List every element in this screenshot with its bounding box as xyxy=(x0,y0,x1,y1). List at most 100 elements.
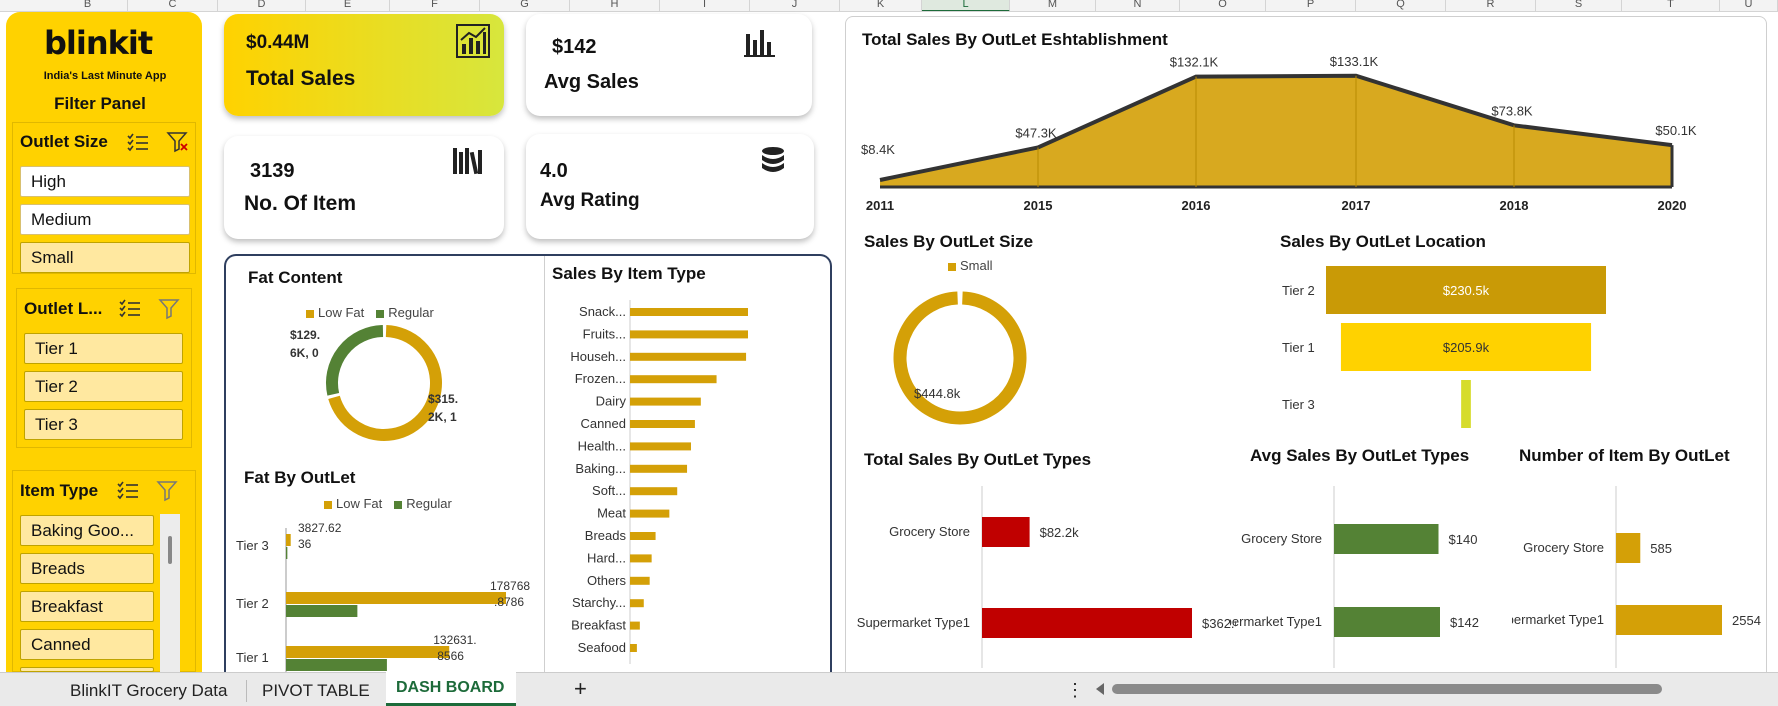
column-header-g[interactable]: G xyxy=(480,0,570,11)
donut-slice xyxy=(326,325,384,396)
logo-tagline: India's Last Minute App xyxy=(43,70,167,82)
filter-icon[interactable] xyxy=(156,480,180,502)
database-icon xyxy=(762,147,784,172)
fat-by-outlet-legend: Low Fat Regular xyxy=(324,496,452,511)
slicer-item-medium[interactable]: Medium xyxy=(20,204,190,235)
data-label: 585 xyxy=(1650,541,1672,556)
column-header-t[interactable]: T xyxy=(1622,0,1720,11)
column-header-f[interactable]: F xyxy=(390,0,480,11)
multi-select-icon[interactable] xyxy=(126,132,150,152)
bar xyxy=(630,397,701,406)
tab-blinkit-grocery-data[interactable]: BlinkIT Grocery Data xyxy=(70,681,227,701)
add-sheet-button[interactable]: + xyxy=(574,676,587,702)
axis-tick-label: Tier 1 xyxy=(236,650,269,665)
slicer-item-tier-2[interactable]: Tier 2 xyxy=(24,371,183,402)
axis-tick-label: Meat xyxy=(597,506,626,521)
axis-tick-label: Househ... xyxy=(570,349,626,364)
axis-tick-label: Fruits... xyxy=(583,326,626,341)
data-label: $8.4K xyxy=(861,142,895,157)
scroll-left-icon[interactable] xyxy=(1096,683,1104,695)
bar xyxy=(630,509,670,518)
bar xyxy=(1334,524,1439,554)
data-label: $315. 2K, 1 xyxy=(428,392,459,424)
column-header-q[interactable]: Q xyxy=(1356,0,1446,11)
fat-content-title: Fat Content xyxy=(248,268,343,287)
column-header-i[interactable]: I xyxy=(660,0,750,11)
bar xyxy=(982,608,1192,638)
bar-regular xyxy=(286,547,288,559)
column-header-o[interactable]: O xyxy=(1180,0,1266,11)
column-header-b[interactable]: B xyxy=(48,0,128,11)
column-header-l[interactable]: L xyxy=(922,0,1010,11)
fat-by-outlet-title: Fat By OutLet xyxy=(244,468,356,487)
data-label: $73.8K xyxy=(1491,103,1533,118)
bar xyxy=(630,420,695,428)
bar xyxy=(630,599,644,608)
slicer-item-tier-3[interactable]: Tier 3 xyxy=(24,409,183,440)
axis-tick-label: Baking... xyxy=(575,461,626,476)
tab-pivot-table[interactable]: PIVOT TABLE xyxy=(262,681,370,701)
legend-label: Small xyxy=(960,258,993,273)
column-header-p[interactable]: P xyxy=(1266,0,1356,11)
column-header-e[interactable]: E xyxy=(306,0,390,11)
column-header-s[interactable]: S xyxy=(1536,0,1622,11)
more-options-button[interactable]: ⋮ xyxy=(1066,680,1084,701)
multi-select-icon[interactable] xyxy=(118,298,142,318)
filter-icon[interactable] xyxy=(158,298,182,320)
bar xyxy=(982,517,1030,547)
column-header-k[interactable]: K xyxy=(840,0,922,11)
outlet-size-legend: Small xyxy=(948,258,993,273)
axis-tick-label: Health... xyxy=(578,438,626,453)
bar xyxy=(1616,605,1722,635)
data-label: $50.1K xyxy=(1655,123,1697,138)
data-label: 2554 xyxy=(1732,613,1761,628)
bar xyxy=(630,352,747,361)
column-header-m[interactable]: M xyxy=(1010,0,1096,11)
slicer-item-canned[interactable]: Canned xyxy=(20,629,154,660)
kpi-no-of-item: 3139 No. Of Item xyxy=(224,136,504,239)
kpi-label: No. Of Item xyxy=(244,192,357,215)
clear-filter-icon[interactable] xyxy=(166,131,190,153)
slicer-scroll-thumb[interactable] xyxy=(168,536,172,564)
bar-chart-icon xyxy=(456,24,490,58)
column-header-c[interactable]: C xyxy=(128,0,218,11)
axis-tick-label: Grocery Store xyxy=(889,524,970,539)
slicer-item-breakfast[interactable]: Breakfast xyxy=(20,591,154,622)
bar xyxy=(630,487,678,496)
slicer-item-breads[interactable]: Breads xyxy=(20,553,154,584)
column-header-n[interactable]: N xyxy=(1096,0,1180,11)
bar-regular xyxy=(286,659,387,671)
data-label: $133.1K xyxy=(1330,54,1379,69)
kpi-label: Total Sales xyxy=(246,67,356,90)
legend-swatch xyxy=(948,262,956,271)
column-header-bar: BCDEFGHIJKLMNOPQRSTU xyxy=(0,0,1778,12)
bar xyxy=(630,308,748,316)
column-header-r[interactable]: R xyxy=(1446,0,1536,11)
multi-select-icon[interactable] xyxy=(116,480,140,500)
filter-panel-title: Filter Panel xyxy=(54,94,146,113)
column-header-j[interactable]: J xyxy=(750,0,840,11)
legend-label: Low Fat xyxy=(336,496,383,511)
slicer-item-baking-goods[interactable]: Baking Goo... xyxy=(20,515,154,546)
slicer-item-small[interactable]: Small xyxy=(20,242,190,273)
axis-tick-label: 2011 xyxy=(866,198,894,213)
kpi-label: Avg Rating xyxy=(540,190,640,211)
axis-tick-label: Tier 3 xyxy=(1282,397,1315,412)
bar xyxy=(630,576,650,585)
data-label: $444.8k xyxy=(914,386,961,401)
horizontal-scrollbar[interactable] xyxy=(1112,684,1662,694)
slicer-item-high[interactable]: High xyxy=(20,166,190,197)
tab-dash-board[interactable]: DASH BOARD xyxy=(396,679,504,697)
slicer-item-tier-1[interactable]: Tier 1 xyxy=(24,333,183,364)
bar xyxy=(630,375,717,384)
axis-tick-label: Breakfast xyxy=(571,618,626,633)
bar xyxy=(1616,533,1641,563)
column-header-d[interactable]: D xyxy=(218,0,306,11)
column-header-h[interactable]: H xyxy=(570,0,660,11)
fat-content-donut-chart xyxy=(326,325,442,441)
outlet-location-funnel-chart: Tier 2 $230.5k Tier 1 $205.9k Tier 3 xyxy=(1282,266,1606,428)
tab-separator xyxy=(246,680,247,702)
column-header-u[interactable]: U xyxy=(1720,0,1778,11)
library-icon xyxy=(453,148,482,175)
axis-tick-label: Tier 2 xyxy=(236,596,269,611)
